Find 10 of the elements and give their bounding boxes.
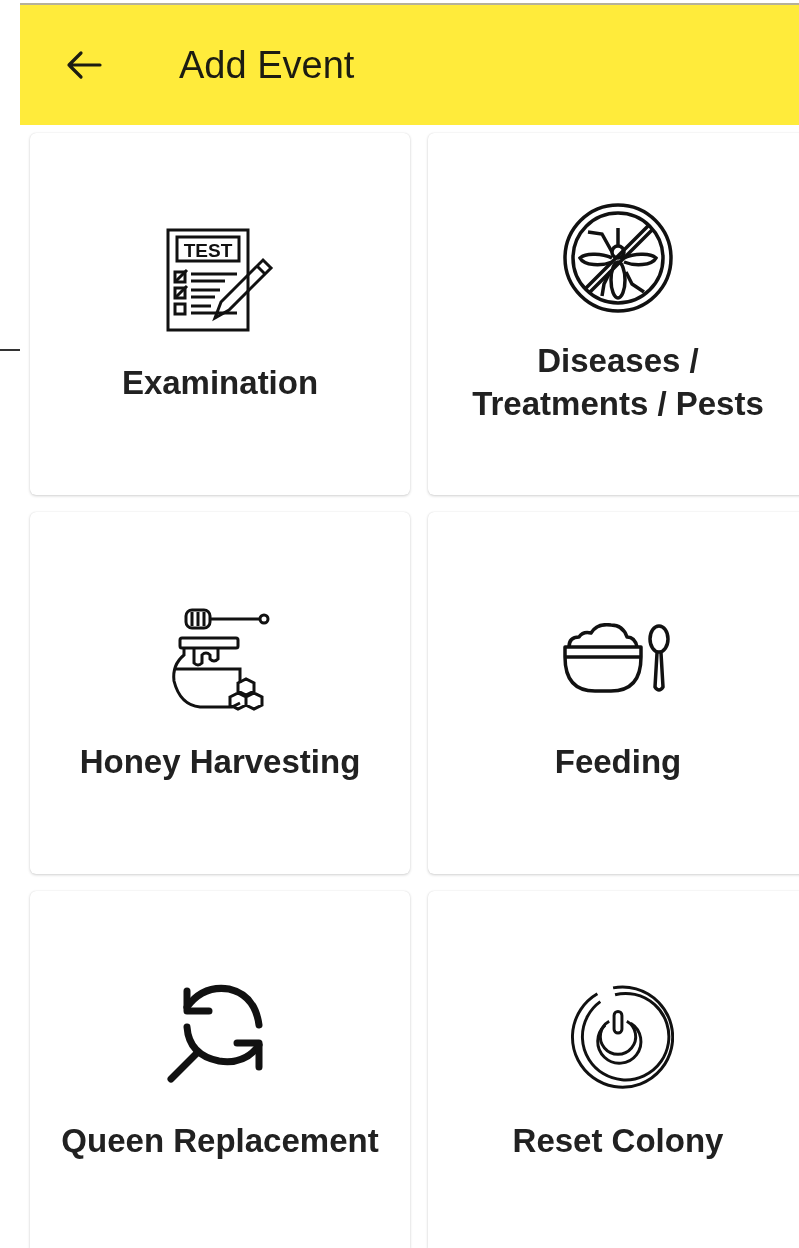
no-insect-icon — [562, 202, 674, 315]
back-arrow-icon — [66, 50, 102, 80]
event-type-card[interactable]: Diseases / Treatments / Pests — [428, 133, 799, 495]
honey-pot-icon — [170, 606, 270, 711]
event-type-card[interactable]: TEST Examination — [30, 133, 410, 495]
screen-title: Add Event — [179, 43, 355, 87]
event-type-card[interactable]: Queen Replacement — [30, 891, 410, 1248]
event-type-card[interactable]: Reset Colony — [428, 891, 799, 1248]
event-type-card[interactable]: Honey Harvesting — [30, 512, 410, 874]
event-type-card[interactable]: Feeding — [428, 512, 799, 874]
